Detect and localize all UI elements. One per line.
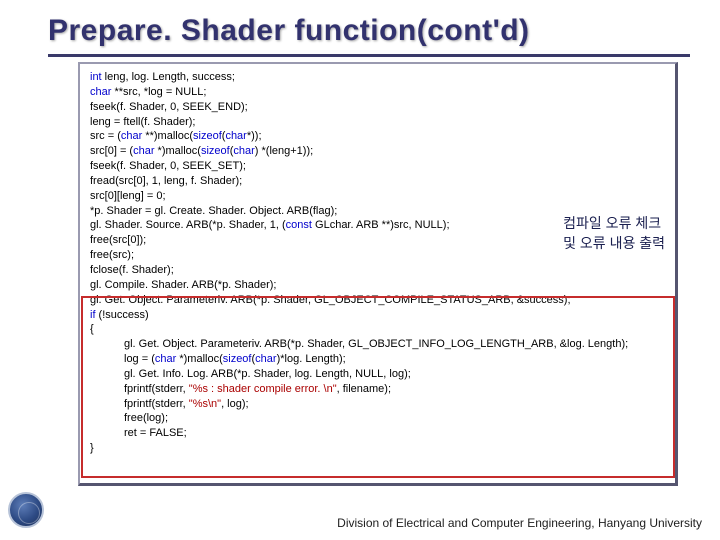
code-line: gl. Compile. Shader. ARB(*p. Shader); (90, 278, 667, 293)
code-line: src[0] = (char *)malloc(sizeof(char) *(l… (90, 144, 667, 159)
keyword-sizeof: sizeof (223, 353, 252, 365)
keyword-sizeof: sizeof (193, 130, 222, 142)
code-line: src = (char **)malloc(sizeof(char*)); (90, 129, 667, 144)
slide-title: Prepare. Shader function(cont'd) (48, 14, 690, 48)
university-logo-icon (8, 492, 44, 528)
keyword-int: int (90, 71, 102, 83)
code-line: leng = ftell(f. Shader); (90, 115, 667, 130)
code-line: ret = FALSE; (90, 426, 667, 441)
code-line: { (90, 322, 667, 337)
code-line: fclose(f. Shader); (90, 263, 667, 278)
code-line: src[0][leng] = 0; (90, 189, 667, 204)
keyword-char: char (255, 353, 276, 365)
keyword-char: char (233, 145, 254, 157)
slide: Prepare. Shader function(cont'd) int len… (0, 0, 720, 540)
code-line: gl. Get. Info. Log. ARB(*p. Shader, log.… (90, 367, 667, 382)
code-line: fseek(f. Shader, 0, SEEK_END); (90, 100, 667, 115)
keyword-char: char (133, 145, 154, 157)
annotation-callout: 컴파일 오류 체크 및 오류 내용 출력 (563, 214, 665, 253)
annotation-line: 컴파일 오류 체크 (563, 214, 665, 234)
keyword-sizeof: sizeof (201, 145, 230, 157)
code-line: int leng, log. Length, success; (90, 70, 667, 85)
code-line: fseek(f. Shader, 0, SEEK_SET); (90, 159, 667, 174)
code-line: } (90, 441, 667, 456)
keyword-char: char (121, 130, 142, 142)
code-line: fread(src[0], 1, leng, f. Shader); (90, 174, 667, 189)
code-line: log = (char *)malloc(sizeof(char)*log. L… (90, 352, 667, 367)
footer-text: Division of Electrical and Computer Engi… (337, 516, 702, 530)
code-line: if (!success) (90, 308, 667, 323)
string-literal: "%s : shader compile error. \n" (189, 383, 337, 395)
code-line: gl. Get. Object. Parameteriv. ARB(*p. Sh… (90, 337, 667, 352)
annotation-line: 및 오류 내용 출력 (563, 234, 665, 254)
string-literal: "%s\n" (189, 398, 221, 410)
keyword-const: const (286, 219, 312, 231)
code-line: gl. Get. Object. Parameteriv. ARB(*p. Sh… (90, 293, 667, 308)
title-container: Prepare. Shader function(cont'd) (48, 10, 690, 57)
code-line: char **src, *log = NULL; (90, 85, 667, 100)
code-line: fprintf(stderr, "%s : shader compile err… (90, 382, 667, 397)
keyword-char: char (225, 130, 246, 142)
code-line: fprintf(stderr, "%s\n", log); (90, 397, 667, 412)
code-block: int leng, log. Length, success; char **s… (78, 62, 678, 486)
keyword-char: char (90, 86, 111, 98)
keyword-char: char (155, 353, 176, 365)
code-line: free(log); (90, 411, 667, 426)
